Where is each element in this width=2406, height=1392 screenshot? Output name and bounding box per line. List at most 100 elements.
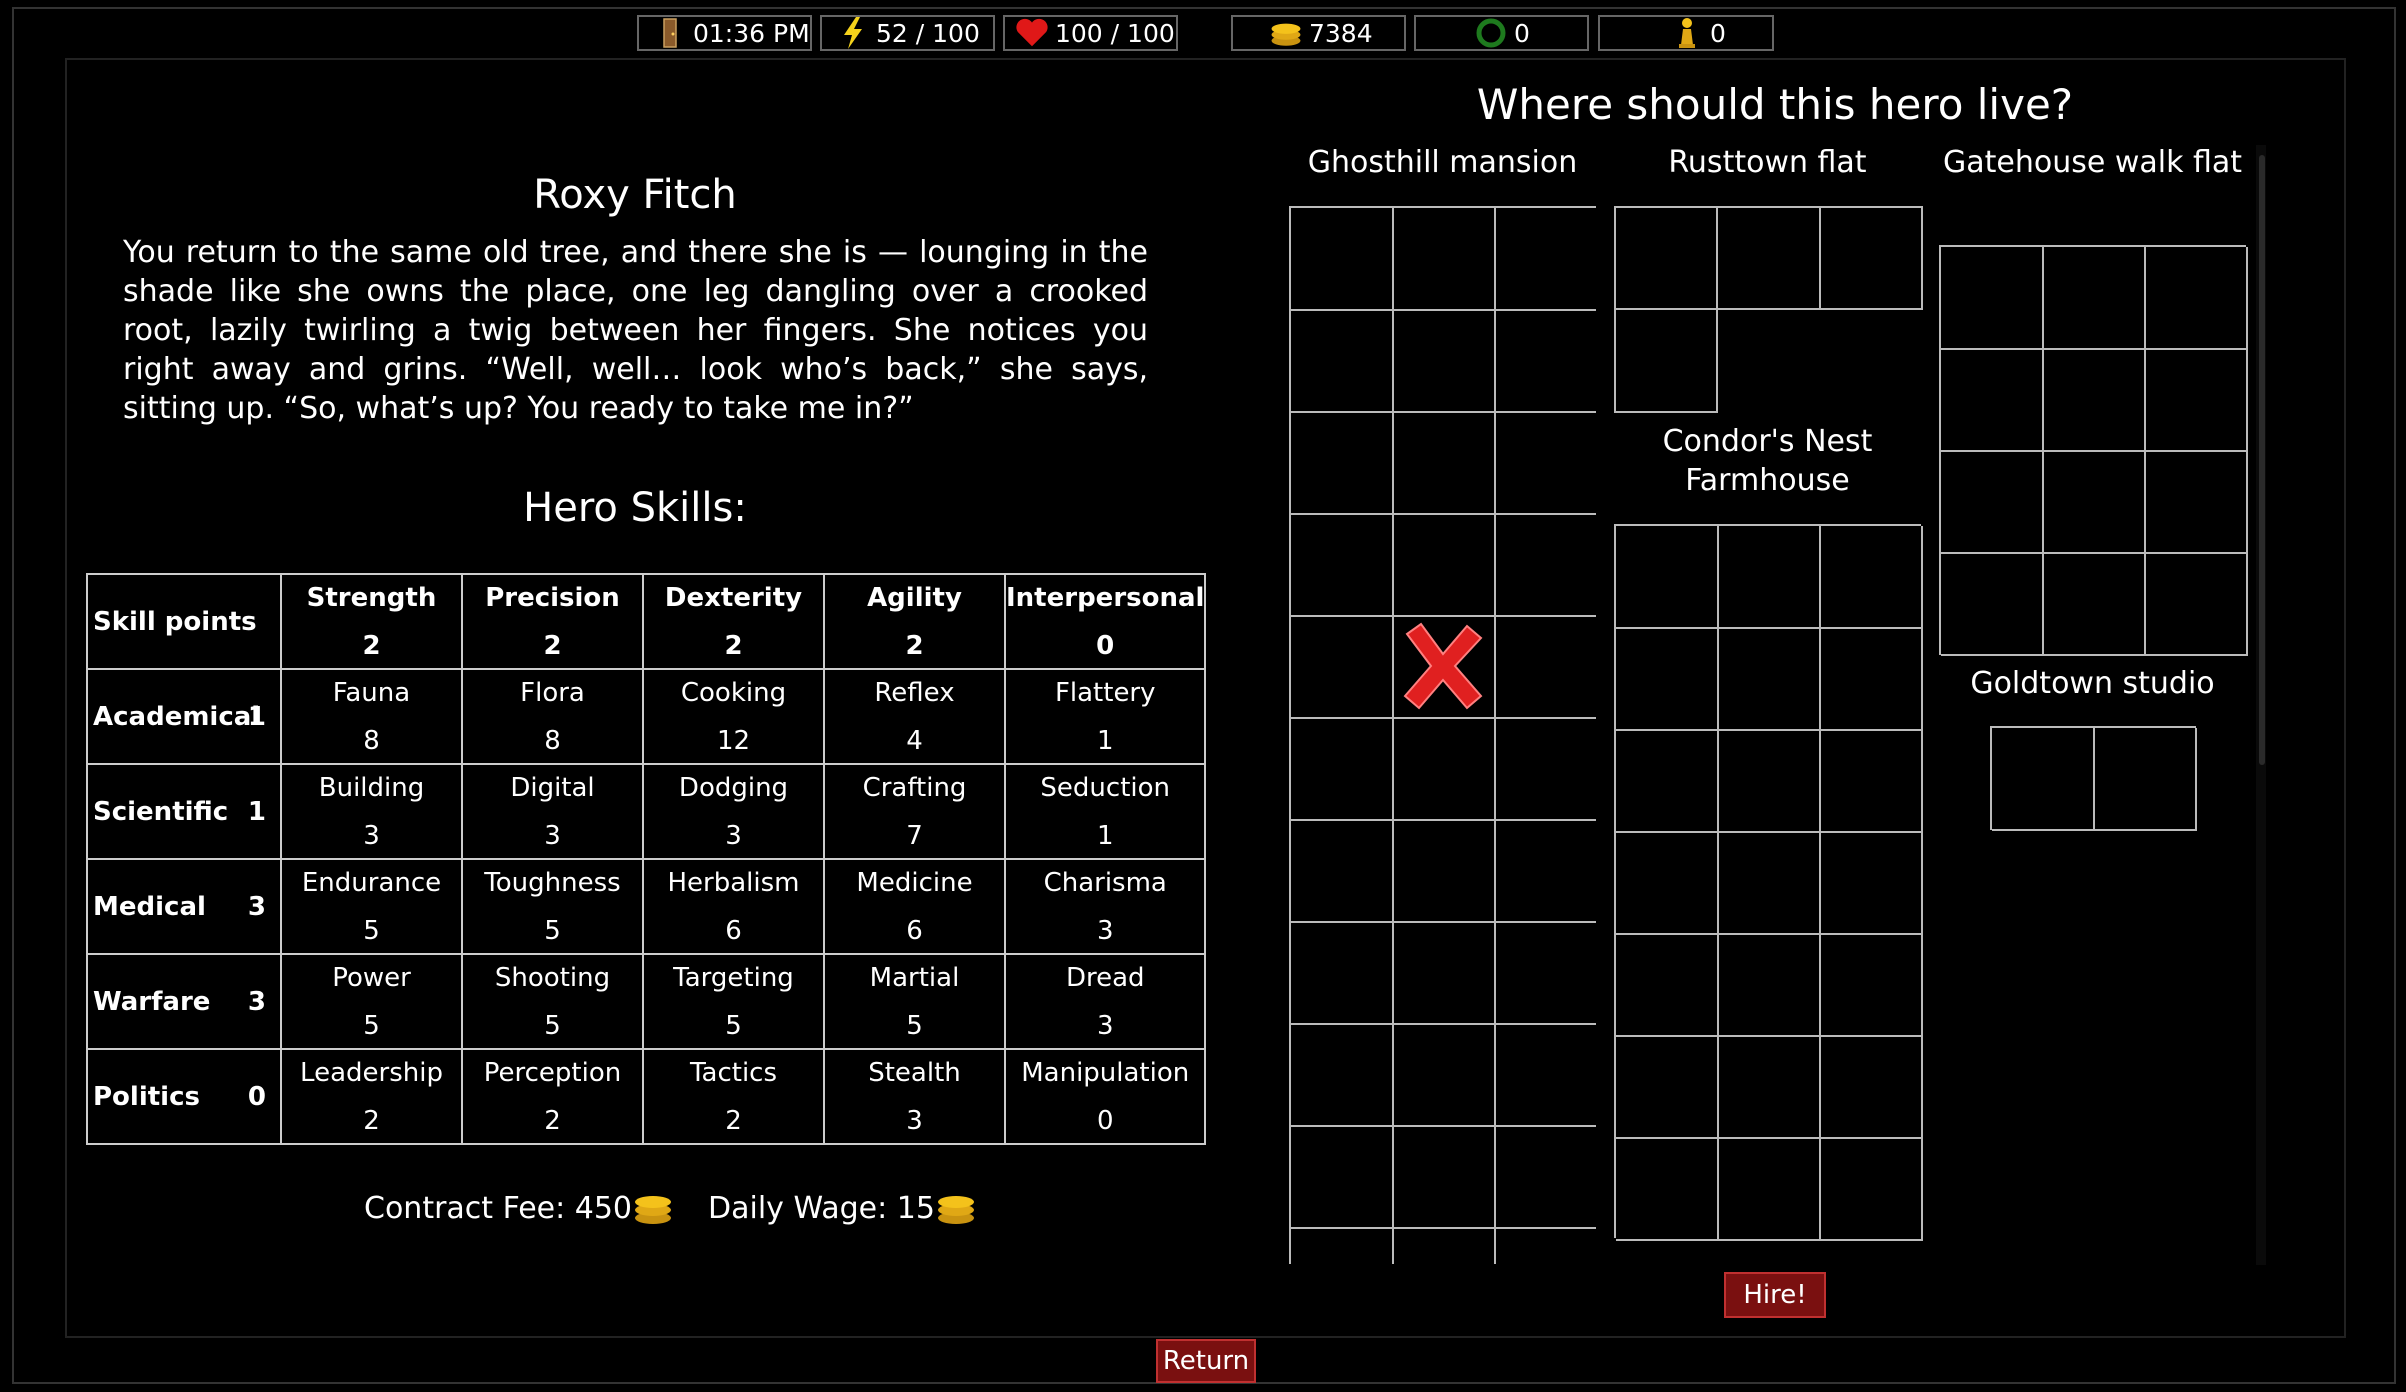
room-slot[interactable] xyxy=(1718,934,1821,1037)
time-value: 01:36 PM xyxy=(693,18,810,48)
room-slot[interactable] xyxy=(1393,412,1496,515)
pawn-icon xyxy=(1670,16,1704,50)
skill-cell: Tactics 2 xyxy=(642,1048,825,1145)
room-slot[interactable] xyxy=(2145,349,2248,452)
room-slot[interactable] xyxy=(1393,1024,1496,1127)
room-slot[interactable] xyxy=(1495,718,1596,821)
room-slot[interactable] xyxy=(1393,1228,1496,1264)
room-slot[interactable] xyxy=(2043,349,2146,452)
room-slot[interactable] xyxy=(1941,349,2044,452)
room-slot[interactable] xyxy=(1718,1138,1821,1241)
row-label-scientific: Scientific 1 xyxy=(86,763,282,860)
door-icon xyxy=(653,16,687,50)
room-slot[interactable] xyxy=(1992,728,2095,831)
skill-cell: Crafting 7 xyxy=(823,763,1006,860)
header-agility: Agility 2 xyxy=(823,573,1006,670)
room-slot[interactable] xyxy=(1616,1036,1719,1139)
room-slot[interactable] xyxy=(1495,310,1596,413)
room-slot[interactable] xyxy=(1393,922,1496,1025)
room-slot[interactable] xyxy=(1616,1138,1719,1241)
room-slot[interactable] xyxy=(1616,730,1719,833)
house-grid-condors-nest xyxy=(1614,524,1923,1241)
pawn-display: 0 xyxy=(1598,15,1774,51)
room-slot[interactable] xyxy=(1820,934,1923,1037)
room-slot[interactable] xyxy=(1616,934,1719,1037)
room-slot[interactable] xyxy=(1291,1228,1394,1264)
room-slot[interactable] xyxy=(1291,514,1394,617)
room-slot[interactable] xyxy=(1820,206,1923,310)
room-slot[interactable] xyxy=(1941,247,2044,350)
room-slot[interactable] xyxy=(1718,1036,1821,1139)
room-slot[interactable] xyxy=(1495,616,1596,719)
room-slot[interactable] xyxy=(1495,1024,1596,1127)
skill-cell: Endurance 5 xyxy=(280,858,463,955)
room-slot[interactable] xyxy=(1616,526,1719,629)
room-slot[interactable] xyxy=(2094,728,2197,831)
room-slot[interactable] xyxy=(1393,514,1496,617)
room-slot[interactable] xyxy=(1820,1036,1923,1139)
room-slot[interactable] xyxy=(2043,247,2146,350)
skill-cell: Leadership 2 xyxy=(280,1048,463,1145)
room-slot[interactable] xyxy=(1291,1126,1394,1229)
room-slot[interactable] xyxy=(1941,553,2044,656)
room-slot[interactable] xyxy=(1820,730,1923,833)
housing-scrollbar-thumb[interactable] xyxy=(2259,155,2265,765)
room-slot[interactable] xyxy=(1495,820,1596,923)
room-slot[interactable] xyxy=(1616,628,1719,731)
room-slot[interactable] xyxy=(1718,730,1821,833)
table-row: Scientific 1 Building 3 Digital 3 Dodging 3 … xyxy=(86,763,1207,860)
room-slot[interactable] xyxy=(2145,247,2248,350)
room-slot[interactable] xyxy=(1393,616,1496,719)
room-slot[interactable] xyxy=(1393,1126,1496,1229)
fees-line: Contract Fee: 450 Daily Wage: 15 xyxy=(364,1190,977,1226)
table-row: Politics 0 Leadership 2 Perception 2 Tactic… xyxy=(86,1048,1207,1145)
room-slot[interactable] xyxy=(1718,526,1821,629)
room-slot[interactable] xyxy=(1291,616,1394,719)
room-slot[interactable] xyxy=(2145,451,2248,554)
room-slot[interactable] xyxy=(1614,206,1718,310)
return-button[interactable]: Return xyxy=(1156,1339,1256,1383)
skills-table: Skill points Strength 2 Precision 2 Dexter… xyxy=(86,573,1207,1145)
skill-cell: Dodging 3 xyxy=(642,763,825,860)
room-slot[interactable] xyxy=(1718,628,1821,731)
room-slot[interactable] xyxy=(2043,451,2146,554)
room-slot[interactable] xyxy=(2043,553,2146,656)
status-bar: 01:36 PM 52 / 100 100 / 100 7384 0 0 xyxy=(0,15,2406,53)
room-slot[interactable] xyxy=(1718,832,1821,935)
room-slot[interactable] xyxy=(2145,553,2248,656)
room-slot[interactable] xyxy=(1291,310,1394,413)
room-slot[interactable] xyxy=(1495,412,1596,515)
room-slot[interactable] xyxy=(1291,412,1394,515)
room-slot[interactable] xyxy=(1393,718,1496,821)
room-slot[interactable] xyxy=(1495,922,1596,1025)
room-slot[interactable] xyxy=(1291,718,1394,821)
skill-cell: Manipulation 0 xyxy=(1003,1048,1207,1145)
hire-button[interactable]: Hire! xyxy=(1724,1272,1826,1318)
room-slot[interactable] xyxy=(1616,832,1719,935)
skill-cell: Building 3 xyxy=(280,763,463,860)
room-slot[interactable] xyxy=(1820,1138,1923,1241)
room-slot[interactable] xyxy=(1495,208,1596,311)
coins-icon xyxy=(632,1190,674,1226)
header-precision: Precision 2 xyxy=(461,573,644,670)
room-slot[interactable] xyxy=(1614,310,1718,413)
room-slot[interactable] xyxy=(1495,1228,1596,1264)
room-slot[interactable] xyxy=(1495,514,1596,617)
pawn-value: 0 xyxy=(1710,18,1726,48)
room-slot[interactable] xyxy=(1291,922,1394,1025)
room-slot[interactable] xyxy=(1820,526,1923,629)
skill-cell: Reflex 4 xyxy=(823,668,1006,765)
room-slot[interactable] xyxy=(1393,310,1496,413)
room-slot[interactable] xyxy=(1291,820,1394,923)
hero-name: Roxy Fitch xyxy=(533,172,737,218)
room-slot[interactable] xyxy=(1291,208,1394,311)
room-slot[interactable] xyxy=(1495,1126,1596,1229)
room-slot[interactable] xyxy=(1393,820,1496,923)
room-slot[interactable] xyxy=(1820,628,1923,731)
room-slot[interactable] xyxy=(1820,832,1923,935)
room-slot[interactable] xyxy=(1718,206,1821,310)
skill-cell: Power 5 xyxy=(280,953,463,1050)
room-slot[interactable] xyxy=(1941,451,2044,554)
room-slot[interactable] xyxy=(1291,1024,1394,1127)
room-slot[interactable] xyxy=(1393,208,1496,311)
